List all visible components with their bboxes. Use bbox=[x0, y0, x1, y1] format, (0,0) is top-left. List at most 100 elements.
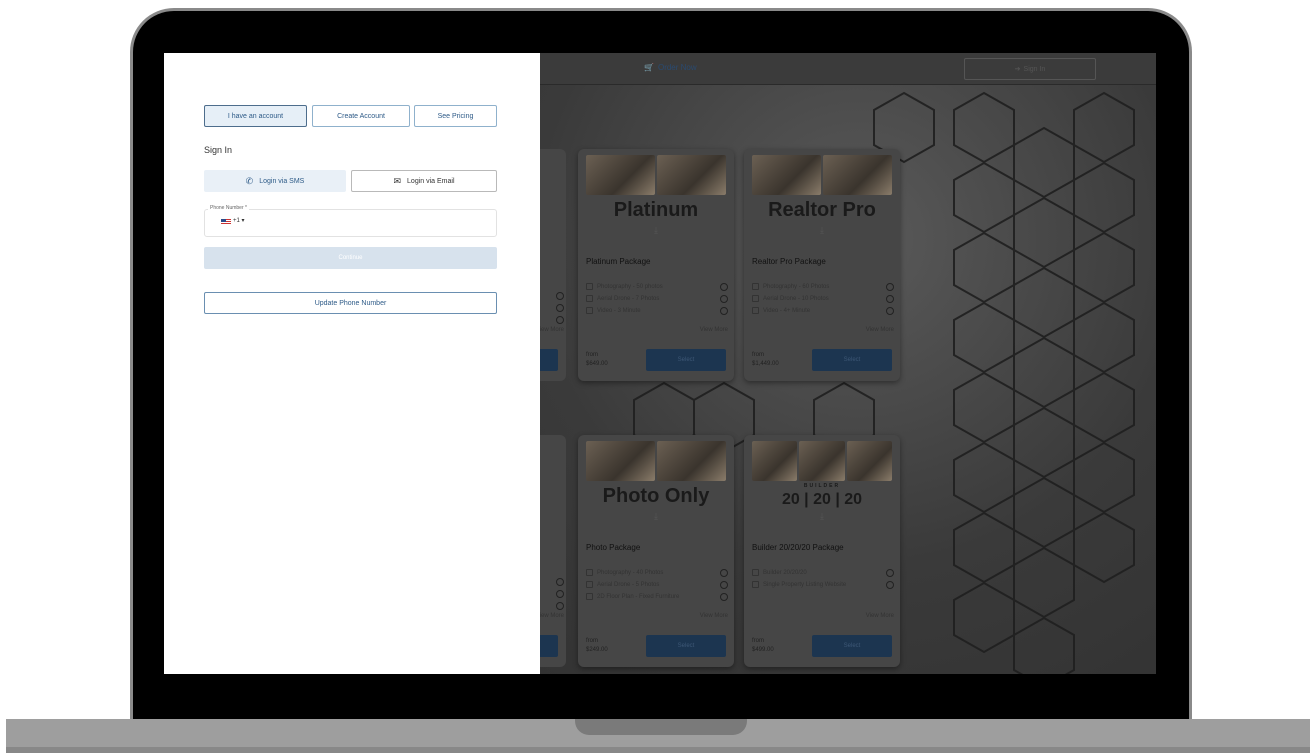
view-more-link[interactable]: View More bbox=[866, 327, 894, 333]
login-via-sms-label: Login via SMS bbox=[259, 177, 305, 185]
card-big-name: Platinum bbox=[613, 199, 699, 221]
phone-number-field[interactable] bbox=[204, 209, 497, 237]
card-big-name: 20 | 20 | 20 bbox=[781, 491, 863, 508]
feature-label: Aerial Drone - 7 Photos bbox=[597, 295, 660, 302]
info-icon bbox=[556, 590, 564, 598]
camera-icon bbox=[752, 283, 759, 290]
feature-row: Single Property Listing Website bbox=[752, 580, 894, 589]
feature-label: Video - 4+ Minute bbox=[763, 307, 811, 314]
login-via-email-button[interactable]: ✉ Login via Email bbox=[351, 170, 497, 192]
phone-icon: ✆ bbox=[245, 175, 254, 186]
login-arrow-icon: ➔ bbox=[1014, 66, 1021, 73]
order-now-label: Order Now bbox=[657, 63, 697, 72]
feature-label: Builder 20/20/20 bbox=[763, 569, 807, 576]
continue-button[interactable]: Continue bbox=[204, 247, 497, 269]
sign-in-heading: Sign In bbox=[204, 145, 233, 155]
order-now-link[interactable]: 🛒 Order Now bbox=[644, 63, 697, 72]
feature-label: Aerial Drone - 10 Photos bbox=[763, 295, 829, 302]
price: $649.00 bbox=[586, 361, 608, 367]
info-icon[interactable] bbox=[886, 306, 894, 315]
from-label: from bbox=[752, 638, 764, 644]
info-icon[interactable] bbox=[886, 580, 894, 589]
package-card-builder: BUILDER 20 | 20 | 20 ⤓ Builder 20/20/20 … bbox=[744, 435, 900, 667]
select-button[interactable]: Select bbox=[646, 349, 726, 371]
info-icon[interactable] bbox=[720, 294, 728, 303]
tab-see-pricing[interactable]: See Pricing bbox=[414, 105, 497, 127]
feature-row: Photography - 40 Photos bbox=[586, 568, 728, 577]
price-block: from $249.00 bbox=[586, 637, 608, 655]
view-more-link[interactable]: View More bbox=[700, 327, 728, 333]
download-icon: ⤓ bbox=[654, 225, 658, 235]
select-button[interactable]: Select bbox=[812, 635, 892, 657]
feature-row: Builder 20/20/20 bbox=[752, 568, 894, 577]
info-icon bbox=[556, 578, 564, 586]
country-code-select[interactable]: +1 ▾ bbox=[233, 217, 245, 224]
view-more-link[interactable]: View More bbox=[536, 327, 564, 333]
feature-label: Photography - 60 Photos bbox=[763, 283, 830, 290]
floor-plan-icon bbox=[586, 593, 593, 600]
card-big-name: Photo Only bbox=[602, 485, 710, 507]
price: $1,449.00 bbox=[752, 361, 779, 367]
card-title: Builder 20/20/20 Package bbox=[752, 543, 844, 552]
us-flag-icon[interactable] bbox=[221, 219, 231, 225]
info-icon[interactable] bbox=[720, 580, 728, 589]
info-icon[interactable] bbox=[720, 306, 728, 315]
price-block: from $649.00 bbox=[586, 351, 608, 369]
chevron-down-icon: ▾ bbox=[241, 218, 245, 224]
info-icon[interactable] bbox=[886, 282, 894, 291]
select-button[interactable]: Select bbox=[812, 349, 892, 371]
download-icon: ⤓ bbox=[820, 511, 824, 521]
drone-icon bbox=[752, 295, 759, 302]
feature-label: Video - 3 Minute bbox=[597, 307, 641, 314]
price-block: from $499.00 bbox=[752, 637, 774, 655]
feature-label: Photography - 40 Photos bbox=[597, 569, 664, 576]
card-title: Realtor Pro Package bbox=[752, 257, 826, 266]
view-more-link[interactable]: View More bbox=[700, 613, 728, 619]
view-more-link[interactable]: View More bbox=[866, 613, 894, 619]
price: $249.00 bbox=[586, 647, 608, 653]
info-icon[interactable] bbox=[886, 568, 894, 577]
login-via-sms-button[interactable]: ✆ Login via SMS bbox=[204, 170, 346, 192]
camera-icon bbox=[752, 569, 759, 576]
feature-row: Aerial Drone - 7 Photos bbox=[586, 294, 728, 303]
package-card-platinum: Platinum ⤓ Platinum Package Photography … bbox=[578, 149, 734, 381]
feature-row: 2D Floor Plan - Fixed Furniture bbox=[586, 592, 728, 601]
card-title: Photo Package bbox=[586, 543, 641, 552]
info-icon[interactable] bbox=[720, 568, 728, 577]
download-icon: ⤓ bbox=[654, 511, 658, 521]
login-panel: I have an account Create Account See Pri… bbox=[164, 53, 540, 674]
card-big-name: Realtor Pro bbox=[768, 199, 876, 221]
package-card-realtor-pro: Realtor Pro ⤓ Realtor Pro Package Photog… bbox=[744, 149, 900, 381]
feature-label: Aerial Drone - 5 Photos bbox=[597, 581, 660, 588]
select-button[interactable]: Select bbox=[646, 635, 726, 657]
card-photos bbox=[586, 441, 726, 481]
update-phone-number-button[interactable]: Update Phone Number bbox=[204, 292, 497, 314]
card-title: Platinum Package bbox=[586, 257, 651, 266]
from-label: from bbox=[586, 638, 598, 644]
download-icon: ⤓ bbox=[820, 225, 824, 235]
card-photos bbox=[586, 155, 726, 195]
feature-label: Single Property Listing Website bbox=[763, 581, 847, 588]
mail-icon: ✉ bbox=[393, 175, 402, 186]
video-icon bbox=[752, 307, 759, 314]
feature-row: Video - 4+ Minute bbox=[752, 306, 894, 315]
info-icon bbox=[556, 292, 564, 300]
info-icon[interactable] bbox=[720, 592, 728, 601]
laptop-base-shadow bbox=[6, 747, 1310, 753]
info-icon[interactable] bbox=[886, 294, 894, 303]
feature-row: Photography - 50 photos bbox=[586, 282, 728, 291]
drone-icon bbox=[586, 581, 593, 588]
view-more-link[interactable]: View More bbox=[536, 613, 564, 619]
tab-i-have-an-account[interactable]: I have an account bbox=[204, 105, 307, 127]
package-card-photo-only: Photo Only ⤓ Photo Package Photography -… bbox=[578, 435, 734, 667]
monitor-icon bbox=[752, 581, 759, 588]
info-icon bbox=[556, 304, 564, 312]
login-via-email-label: Login via Email bbox=[407, 177, 455, 185]
tab-create-account[interactable]: Create Account bbox=[312, 105, 410, 127]
feature-label: Photography - 50 photos bbox=[597, 283, 663, 290]
info-icon[interactable] bbox=[720, 282, 728, 291]
from-label: from bbox=[752, 352, 764, 358]
card-photos bbox=[752, 155, 892, 195]
sign-in-button[interactable]: ➔ Sign In bbox=[964, 58, 1096, 80]
dial-code: +1 bbox=[233, 218, 240, 224]
